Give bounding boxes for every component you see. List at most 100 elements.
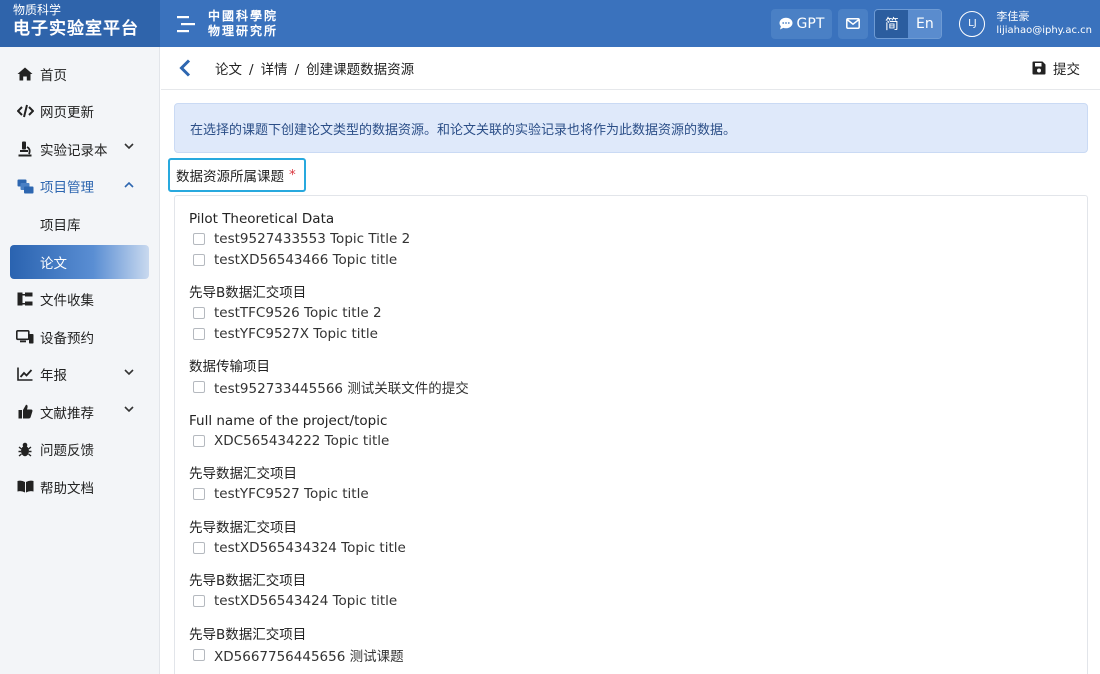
project-group: 先导数据汇交项目 testYFC9527 Topic title (189, 464, 1087, 505)
sidebar-item-label: 帮助文档 (40, 480, 94, 497)
breadcrumb-separator: / (249, 62, 254, 78)
project-group: 先导B数据汇交项目 testTFC9526 Topic title 2 test… (189, 283, 1087, 344)
sidebar-item-file-collection[interactable]: 文件收集 (0, 281, 159, 319)
sidebar-item-label: 设备预约 (40, 330, 94, 347)
microscope-icon (16, 140, 34, 158)
chevron-down-icon (124, 143, 134, 150)
institute-logo: 中國科學院 物理研究所 (208, 9, 278, 39)
chevron-up-icon (124, 181, 134, 188)
topic-option[interactable]: XDC565434222 Topic title (189, 431, 1087, 452)
sidebar-item-lab-notebook[interactable]: 实验记录本 (0, 130, 159, 168)
sidebar-item-label: 项目库 (40, 217, 81, 234)
sidebar-item-feedback[interactable]: 问题反馈 (0, 431, 159, 469)
language-switcher: 简 En (874, 8, 943, 39)
topic-field-label: 数据资源所属课题 * (168, 158, 306, 192)
topic-option-label: testXD56543424 Topic title (214, 593, 398, 610)
topic-option[interactable]: test9527433553 Topic Title 2 (189, 229, 1087, 250)
topic-option[interactable]: testTFC9526 Topic title 2 (189, 303, 1087, 324)
home-icon (16, 65, 34, 83)
sidebar-item-label: 项目管理 (40, 180, 94, 197)
project-group-title: 先导B数据汇交项目 (189, 285, 307, 301)
sitemap-icon (16, 290, 34, 308)
project-group: 先导B数据汇交项目 testXD56543424 Topic title (189, 571, 1087, 612)
sidebar-item-papers[interactable]: 论文 (10, 244, 149, 279)
sidebar-item-equipment-booking[interactable]: 设备预约 (0, 318, 159, 356)
user-name: 李佳豪 (996, 9, 1030, 23)
sidebar-item-help-docs[interactable]: 帮助文档 (0, 468, 159, 506)
checkbox[interactable] (193, 381, 205, 394)
project-group-title: 先导数据汇交项目 (189, 519, 297, 536)
lang-zh-button[interactable]: 简 (875, 9, 909, 38)
topic-option-label: testTFC9526 Topic title 2 (214, 305, 382, 322)
submit-button[interactable]: 提交 (1032, 58, 1080, 78)
lang-en-button[interactable]: En (908, 9, 942, 38)
breadcrumb-separator: / (294, 62, 300, 78)
checkbox[interactable] (193, 434, 205, 447)
layers-icon (16, 177, 34, 195)
topic-option[interactable]: testXD565434324 Topic title (189, 538, 1087, 559)
sidebar-item-label: 首页 (40, 67, 67, 84)
checkbox[interactable] (193, 648, 205, 661)
sidebar-item-project-management[interactable]: 项目管理 (0, 168, 159, 206)
breadcrumb-current: 创建课题数据资源 (306, 62, 415, 78)
checkbox[interactable] (193, 307, 205, 320)
breadcrumb-details[interactable]: 详情 (261, 62, 288, 78)
topic-option-label: testXD565434324 Topic title (214, 539, 406, 556)
sidebar-item-annual-report[interactable]: 年报 (0, 356, 159, 394)
envelope-icon (846, 18, 861, 29)
book-icon (16, 478, 34, 496)
project-group-title: 先导B数据汇交项目 (189, 573, 307, 589)
avatar[interactable]: LJ (959, 10, 986, 37)
gpt-button[interactable]: GPT (770, 8, 833, 39)
project-group: 数据传输项目 test952733445566 测试关联文件的提交 (189, 357, 1087, 398)
topic-option[interactable]: testXD56543424 Topic title (189, 591, 1087, 612)
checkbox[interactable] (193, 327, 205, 340)
topic-option-label: test9527433553 Topic Title 2 (214, 231, 411, 248)
user-info[interactable]: 李佳豪 lijiahao@iphy.ac.cn (996, 10, 1092, 38)
sidebar-item-literature[interactable]: 文献推荐 (0, 393, 159, 431)
sidebar-item-label: 年报 (40, 368, 67, 385)
mail-button[interactable] (838, 8, 869, 39)
submit-label: 提交 (1053, 62, 1080, 78)
checkbox[interactable] (193, 253, 205, 266)
top-bar: 物质科学 电子实验室平台 中國科學院 物理研究所 GPT 简 En LJ 李佳豪… (0, 0, 1100, 47)
back-button[interactable] (179, 58, 199, 78)
chart-line-icon (16, 365, 34, 383)
code-icon (16, 102, 34, 120)
brand[interactable]: 物质科学 电子实验室平台 (0, 0, 160, 47)
user-email: lijiahao@iphy.ac.cn (996, 24, 1092, 36)
chat-bubble-icon (779, 17, 793, 30)
info-alert: 在选择的课题下创建论文类型的数据资源。和论文关联的实验记录也将作为此数据资源的数… (174, 103, 1088, 153)
brand-title: 电子实验室平台 (13, 19, 139, 39)
topic-option[interactable]: XD5667756445656 测试课题 (189, 645, 1087, 666)
project-group-title: Full name of the project/topic (189, 412, 388, 429)
topic-option[interactable]: test952733445566 测试关联文件的提交 (189, 377, 1087, 398)
main-content: 论文 / 详情 / 创建课题数据资源 提交 在选择的课题下创建论文类型的数据资源。和论文… (161, 47, 1100, 674)
chevron-down-icon (124, 368, 134, 375)
thumbs-up-icon (16, 403, 34, 421)
topic-option-label: testYFC9527 Topic title (214, 486, 369, 503)
project-group: Full name of the project/topic XDC565434… (189, 411, 1087, 452)
breadcrumb-papers[interactable]: 论文 (215, 62, 242, 78)
checkbox[interactable] (193, 541, 205, 554)
sidebar-item-web-updates[interactable]: 网页更新 (0, 93, 159, 131)
sidebar-item-home[interactable]: 首页 (0, 55, 159, 93)
project-group-title: Pilot Theoretical Data (189, 211, 335, 227)
field-label-text: 数据资源所属课题 (176, 169, 284, 185)
brand-subtitle: 物质科学 (13, 3, 62, 17)
institute-line-2: 物理研究所 (208, 23, 279, 38)
chevron-down-icon (124, 406, 134, 413)
topic-option[interactable]: testXD56543466 Topic title (189, 250, 1087, 271)
topic-option-label: XDC565434222 Topic title (214, 432, 390, 449)
project-group-title: 先导B数据汇交项目 (189, 626, 307, 643)
checkbox[interactable] (193, 488, 205, 501)
menu-icon (177, 15, 195, 32)
checkbox[interactable] (193, 233, 205, 246)
checkbox[interactable] (193, 595, 205, 608)
menu-toggle-button[interactable] (168, 0, 206, 47)
topic-option-label: testYFC9527X Topic title (214, 325, 378, 342)
topic-option[interactable]: testYFC9527X Topic title (189, 324, 1087, 345)
topic-option[interactable]: testYFC9527 Topic title (189, 484, 1087, 505)
sidebar-item-project-library[interactable]: 项目库 (0, 205, 159, 243)
topic-checkbox-list: Pilot Theoretical Data test9527433553 To… (174, 195, 1088, 674)
